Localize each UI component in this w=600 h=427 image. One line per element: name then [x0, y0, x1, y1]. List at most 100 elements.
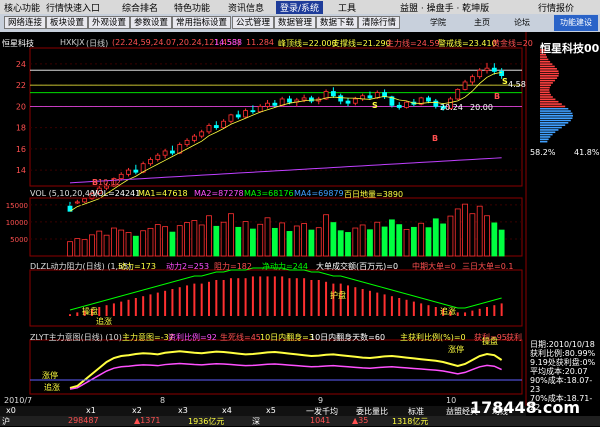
chip-profit-ratio: 获利比例:80.99% — [530, 349, 596, 358]
volume-bar — [476, 205, 483, 257]
price-tick-label: 20 — [16, 102, 26, 111]
range-label-low: 20.24 — [440, 103, 463, 112]
dlzl-line — [69, 267, 502, 311]
volume-bar — [432, 218, 439, 257]
volume-bar — [228, 213, 234, 257]
status-sz-change: ▲35 — [352, 416, 369, 425]
volume-bar — [198, 224, 205, 257]
volume-bar — [110, 227, 117, 257]
candle-body — [330, 91, 336, 97]
volume-bar — [381, 226, 388, 257]
watermark: 178448.com — [470, 398, 581, 417]
volume-bar — [469, 213, 476, 257]
volume-bar — [315, 227, 322, 257]
tab-x4[interactable]: x4 — [222, 406, 232, 415]
tab-x3[interactable]: x3 — [178, 406, 188, 415]
status-sh-label: 沪 — [2, 417, 10, 426]
zlyt-item-0: 主力意图=-37 — [122, 333, 174, 342]
volume-bar — [279, 222, 286, 257]
volume-bar — [125, 232, 132, 257]
pct-low: 58.2% — [530, 148, 556, 157]
candle-body — [345, 100, 351, 104]
extra-value-1: 14.588 — [214, 38, 242, 47]
b-mark-3: B — [494, 92, 501, 101]
candle-body — [228, 114, 234, 122]
dlzl-item-3: 净动力=244 — [262, 262, 308, 271]
chip-profit-at: 9.19处获利盘:0% — [530, 358, 596, 367]
volume-bar — [374, 221, 381, 257]
candle-body — [287, 98, 292, 103]
dlzl-item-1: 动力2=253 — [166, 262, 210, 271]
tab-x1[interactable]: x1 — [86, 406, 96, 415]
candle-body — [426, 97, 431, 102]
tab-x5[interactable]: x5 — [266, 406, 276, 415]
volume-bar — [154, 224, 161, 257]
tab-x0[interactable]: x0 — [6, 406, 16, 415]
volume-bar — [330, 222, 337, 257]
volume-bar — [235, 226, 242, 257]
volume-bar — [257, 223, 264, 257]
candle-body — [243, 110, 248, 118]
price-tick-label: 16 — [16, 145, 26, 154]
volume-bar — [418, 222, 425, 257]
candle-body — [199, 131, 205, 137]
dlzl-item-6: 三日大单=0.1 — [462, 262, 514, 271]
candle-body — [462, 81, 468, 90]
x-label-3: 10 — [446, 396, 457, 405]
candle-body — [170, 150, 175, 154]
right-marker: 4.58 — [508, 80, 526, 89]
zlyt-mark-0: 涨停 — [42, 371, 58, 380]
dlzl-label: DLZL动力阻力(日线) (1,55) — [30, 262, 132, 271]
price-tick-label: 22 — [16, 81, 26, 90]
volume-bar — [118, 229, 125, 257]
candle-body — [272, 102, 278, 106]
volume-bar — [147, 227, 154, 257]
volume-bar — [184, 222, 190, 257]
volume-bar — [169, 231, 176, 257]
volume-bar — [103, 234, 110, 257]
volume-bar — [67, 241, 73, 257]
zlyt-mark-2: 涨停 — [448, 345, 464, 354]
candle-body — [396, 104, 402, 108]
volume-bar — [454, 208, 461, 257]
tab-x2[interactable]: x2 — [132, 406, 142, 415]
dlzl-item-0: 动力=173 — [118, 262, 156, 271]
volume-tick-label: 5000 — [10, 236, 28, 244]
dlzl-item-5: 中期大单=0 — [412, 262, 456, 271]
band-support: 支撑线=21.290 — [332, 39, 391, 48]
s-mark-2: S — [502, 77, 508, 86]
period-note: (日线) — [86, 39, 109, 48]
zlyt-line-2 — [69, 362, 502, 390]
volume-bar — [462, 203, 468, 257]
volume-bar — [286, 231, 293, 257]
dlzl-mark-1: 追涨 — [96, 317, 112, 326]
status-sz-amount: 1318亿元 — [392, 417, 429, 426]
dlzl-mark-2: 护盘 — [330, 291, 346, 300]
dlzl-item-2: 阻力=182 — [214, 262, 252, 271]
candle-body — [235, 114, 241, 118]
volume-bar — [220, 221, 227, 257]
candle-body — [491, 67, 497, 72]
b-mark-1: B — [92, 178, 99, 187]
candle-body — [301, 97, 307, 101]
status-sz-label: 深 — [252, 417, 260, 426]
candle-body — [250, 110, 256, 113]
volume-bar — [367, 229, 373, 257]
volume-bar — [491, 222, 498, 257]
volume-bar — [140, 230, 147, 257]
candle-body — [367, 95, 373, 99]
volume-bar — [484, 215, 490, 257]
b-mark-2: B — [432, 134, 439, 143]
vol-ma1: MA1=47618 — [138, 189, 188, 198]
zlyt-mark-3: 操盘 — [482, 337, 498, 346]
zlyt-item-5: 主获利比例(%)=0 — [400, 333, 466, 342]
candle-body — [162, 150, 168, 156]
volume-bar — [132, 235, 139, 257]
candle-body — [191, 135, 197, 141]
vol-ma3: MA3=68176 — [244, 189, 294, 198]
candle-body — [433, 100, 439, 107]
chip-avg-cost: 平均成本:20.07 — [530, 367, 588, 376]
zlyt-item-7: 获利 — [506, 333, 522, 342]
extra-value-2: 11.284 — [246, 38, 274, 47]
bottom-tabs: x0 x1 x2 x3 x4 x5 一发千均 委比量比 标准 益盟经典 均线 — [0, 406, 526, 416]
